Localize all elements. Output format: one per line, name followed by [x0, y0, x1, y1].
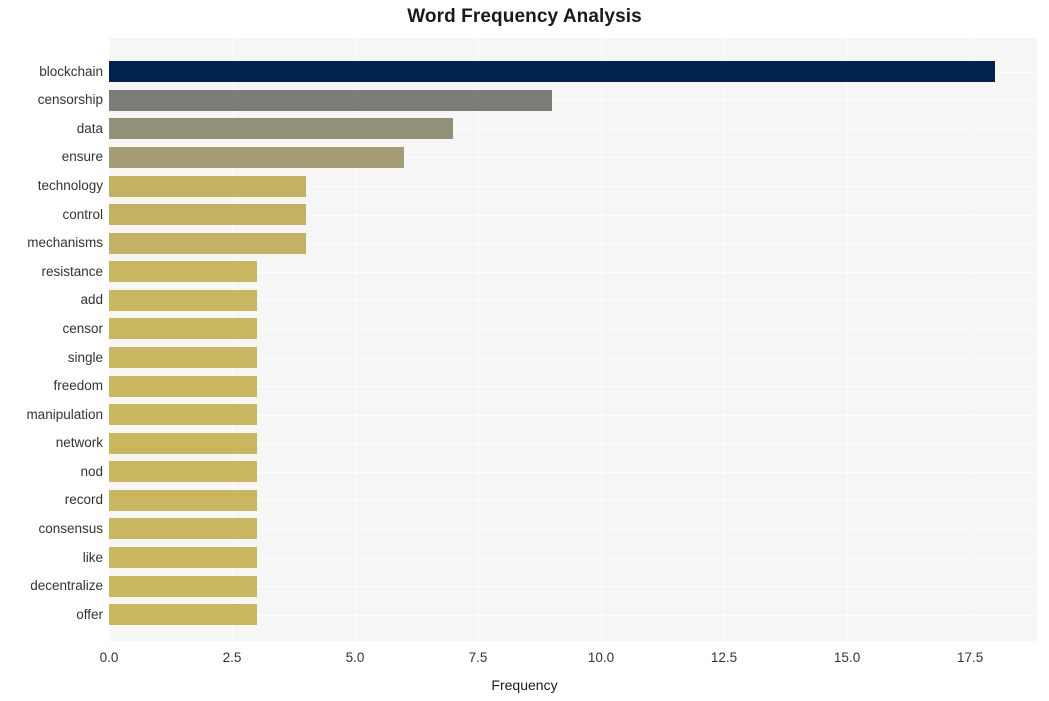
bar [109, 204, 306, 226]
bar [109, 575, 257, 597]
bar [109, 146, 405, 168]
bar [109, 404, 257, 426]
y-axis: blockchain censorship data ensure technology… [0, 38, 103, 641]
bar [109, 261, 257, 283]
y-tick-label: control [62, 206, 103, 222]
y-tick-label: ensure [61, 149, 103, 165]
bar [109, 118, 454, 140]
y-tick-label: add [80, 292, 103, 308]
y-tick-label: manipulation [26, 406, 103, 422]
x-tick-label: 2.5 [222, 650, 242, 665]
bar [109, 89, 552, 111]
y-tick-label: resistance [41, 263, 103, 279]
x-tick-label: 0.0 [99, 650, 119, 665]
bars-group [109, 38, 1037, 641]
y-tick-label: data [76, 120, 103, 136]
bar [109, 604, 257, 626]
y-tick-label: single [67, 349, 103, 365]
x-tick-label: 17.5 [956, 650, 984, 665]
bar [109, 518, 257, 540]
x-tick-label: 7.5 [468, 650, 488, 665]
plot-area [109, 38, 1037, 641]
bar [109, 375, 257, 397]
y-tick-label: record [64, 492, 103, 508]
y-tick-label: blockchain [39, 63, 103, 79]
bar [109, 232, 306, 254]
y-tick-label: censor [62, 320, 103, 336]
y-tick-label: consensus [38, 520, 103, 536]
y-tick-label: mechanisms [27, 235, 103, 251]
word-frequency-bar-chart: Word Frequency Analysis blockchain censor… [0, 0, 1049, 701]
x-tick-label: 10.0 [587, 650, 615, 665]
y-tick-label: nod [80, 463, 103, 479]
y-tick-label: decentralize [30, 578, 103, 594]
bar [109, 432, 257, 454]
bar [109, 318, 257, 340]
y-tick-label: offer [76, 606, 103, 622]
bar [109, 347, 257, 368]
bar [109, 61, 995, 83]
y-tick-label: technology [37, 178, 103, 194]
x-axis-title: Frequency [491, 677, 558, 693]
x-axis: Frequency 0.0 2.5 5.0 7.5 10.0 12.5 15.0 17.5 [0, 641, 1049, 701]
x-tick-label: 5.0 [345, 650, 365, 665]
y-tick-label: censorship [37, 92, 103, 108]
bar [109, 175, 306, 197]
bar [109, 489, 257, 511]
x-tick-label: 12.5 [710, 650, 738, 665]
y-tick-label: freedom [53, 378, 103, 394]
bar [109, 461, 257, 483]
y-tick-label: like [82, 549, 103, 565]
y-tick-label: network [55, 435, 103, 451]
bar [109, 289, 257, 311]
chart-title: Word Frequency Analysis [407, 6, 642, 27]
x-tick-label: 15.0 [833, 650, 861, 665]
bar [109, 547, 257, 569]
